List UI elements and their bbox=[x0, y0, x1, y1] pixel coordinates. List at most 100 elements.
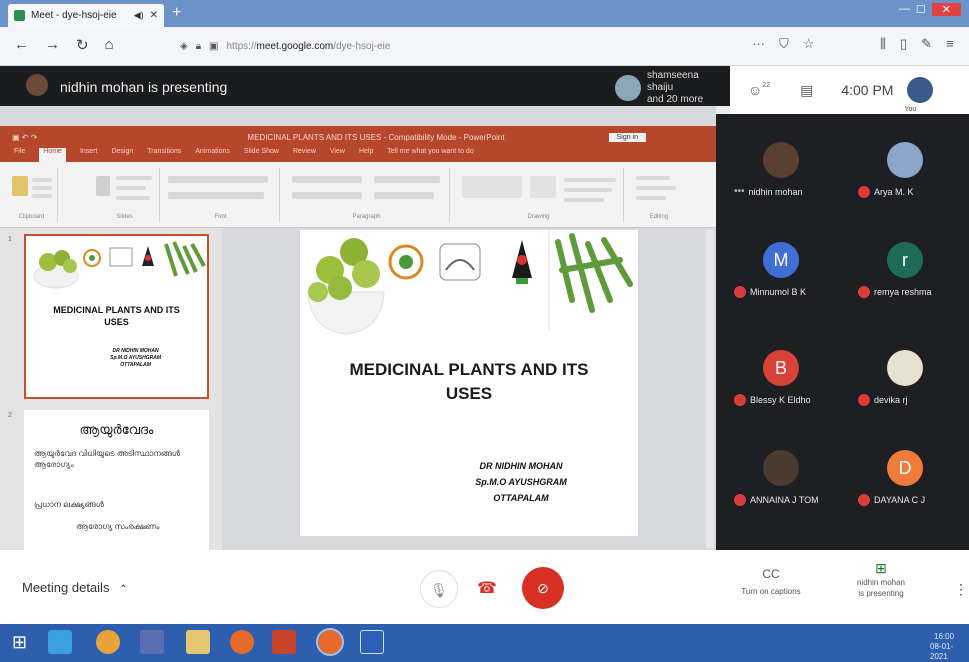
powerpoint-icon[interactable] bbox=[272, 630, 296, 654]
windows-start-icon[interactable]: ⊞ bbox=[12, 630, 36, 654]
ppt-tab-help[interactable]: Help bbox=[359, 148, 373, 162]
bookmark-star-icon[interactable]: ☆ bbox=[803, 36, 815, 52]
more-options-icon[interactable]: ⋮ bbox=[954, 581, 968, 598]
ribbon-label-slides: Slides bbox=[116, 214, 133, 220]
ribbon-group-drawing[interactable]: Drawing bbox=[454, 168, 624, 222]
back-icon[interactable]: ← bbox=[14, 36, 29, 54]
participant-tile[interactable]: M Minnumol B K bbox=[726, 242, 836, 298]
tab-close-icon[interactable]: ✕ bbox=[150, 10, 158, 21]
address-bar[interactable]: ◈ 🔒︎ ▣ https://meet.google.com/dye-hsoj-… bbox=[180, 33, 820, 59]
ppt-tab-file[interactable]: File bbox=[14, 148, 25, 162]
muted-mic-icon bbox=[858, 286, 870, 298]
thumb1-author-line3: OTTAPALAM bbox=[120, 362, 151, 368]
presenting-line1: nidhin mohan bbox=[856, 578, 906, 587]
microphone-button[interactable]: 🎙︎ bbox=[420, 570, 458, 608]
tab-audio-icon[interactable]: ◀) bbox=[134, 10, 144, 21]
ribbon-group-paragraph[interactable]: Paragraph bbox=[284, 168, 450, 222]
ppt-sign-in-button[interactable]: Sign in bbox=[608, 132, 646, 142]
participant-avatar bbox=[615, 75, 641, 101]
participant-tile[interactable]: ANNAINA J TOM bbox=[726, 450, 836, 506]
browser-tab[interactable]: Meet - dye-hsoj-eie ◀) ✕ bbox=[8, 4, 164, 27]
ppt-title-bar: ▣ ↶ ↷ MEDICINAL PLANTS AND ITS USES - Co… bbox=[0, 126, 716, 148]
participant-avatar: B bbox=[763, 350, 799, 386]
tray-date: 08-01-2021 bbox=[930, 642, 954, 661]
reload-icon[interactable]: ↻ bbox=[76, 36, 89, 54]
participant-tile[interactable]: r remya reshma bbox=[850, 242, 960, 298]
ppt-tab-slideshow[interactable]: Slide Show bbox=[244, 148, 279, 162]
chat-icon[interactable]: ▤ bbox=[800, 82, 813, 99]
leave-call-button[interactable]: ☎︎ bbox=[477, 578, 497, 598]
ribbon-group-editing[interactable]: Editing bbox=[628, 168, 690, 222]
camera-permission-icon[interactable]: ▣ bbox=[209, 41, 218, 52]
extension-icon[interactable]: ✎ bbox=[921, 36, 932, 52]
home-icon[interactable]: ⌂ bbox=[105, 36, 114, 54]
participant-tile[interactable]: D DAYANA C J bbox=[850, 450, 960, 506]
participant-tile[interactable]: Arya M. K bbox=[850, 142, 960, 198]
system-tray[interactable]: 16:00 08-01-2021 bbox=[840, 632, 969, 662]
slide-thumbnail-2[interactable]: ആയുർവേദം ആയുർവേദ വിധിയുടെ അടിസ്ഥാനങ്ങൾ ആ… bbox=[24, 410, 209, 550]
participant-tile[interactable]: devika rj bbox=[850, 350, 960, 406]
page-actions-icon[interactable]: ··· bbox=[752, 36, 765, 52]
ppt-tab-insert[interactable]: Insert bbox=[80, 148, 98, 162]
ppt-save-icon[interactable]: ▣ ↶ ↷ bbox=[12, 133, 37, 142]
shield-icon[interactable]: ◈ bbox=[180, 41, 188, 52]
chevron-up-icon: ⌃ bbox=[119, 584, 128, 595]
firefox-active-icon[interactable] bbox=[316, 628, 344, 656]
lock-icon[interactable]: 🔒︎ bbox=[196, 41, 201, 52]
more-options-icon[interactable]: ••• bbox=[734, 186, 745, 197]
close-window-icon[interactable]: ✕ bbox=[931, 3, 961, 16]
forward-icon[interactable]: → bbox=[45, 36, 60, 54]
present-screen-icon: ⊞ bbox=[875, 560, 887, 576]
library-icon[interactable]: ⫼ bbox=[880, 36, 886, 52]
thumb2-bullet1: ആയുർവേദ വിധിയുടെ അടിസ്ഥാനങ്ങൾ ആരോഗ്യം bbox=[34, 449, 180, 469]
firefox-icon[interactable] bbox=[230, 630, 254, 654]
ppt-tell-me[interactable]: Tell me what you want to do bbox=[387, 148, 473, 162]
ribbon-label-editing: Editing bbox=[649, 214, 669, 220]
url-prefix: https:// bbox=[226, 40, 257, 52]
ppt-tab-home[interactable]: Home bbox=[39, 148, 66, 162]
participant-tile[interactable]: B Blessy K Eldho bbox=[726, 350, 836, 406]
address-right-tools: ··· ⛉ ☆ bbox=[752, 36, 814, 52]
meeting-details-button[interactable]: Meeting details ⌃ bbox=[22, 580, 127, 595]
minimize-icon[interactable]: — bbox=[899, 3, 910, 16]
ribbon-group-clipboard[interactable]: Clipboard bbox=[6, 168, 58, 222]
new-tab-button[interactable]: + bbox=[172, 4, 181, 22]
camera-off-button[interactable]: ⊘ bbox=[522, 567, 564, 609]
meeting-details-label: Meeting details bbox=[22, 580, 110, 595]
ppt-tab-view[interactable]: View bbox=[330, 148, 345, 162]
restore-icon[interactable]: ☐ bbox=[916, 3, 926, 16]
slide-scrollbar[interactable] bbox=[706, 230, 714, 548]
presenting-banner: nidhin mohan is presenting bbox=[60, 79, 228, 95]
ribbon-group-slides[interactable]: Slides bbox=[90, 168, 160, 222]
presenting-status-button[interactable]: ⊞ nidhin mohan is presenting bbox=[836, 560, 926, 599]
internet-explorer-icon[interactable] bbox=[48, 630, 72, 654]
you-label: You bbox=[904, 106, 917, 113]
menu-icon[interactable]: ≡ bbox=[946, 36, 954, 52]
participant-tile[interactable]: ••• nidhin mohan bbox=[726, 142, 836, 197]
ribbon-group-font[interactable]: Font bbox=[162, 168, 280, 222]
camera-off-icon: ⊘ bbox=[537, 580, 549, 596]
ppt-tab-animations[interactable]: Animations bbox=[195, 148, 230, 162]
main-slide[interactable]: MEDICINAL PLANTS AND ITS USES DR NIDHIN … bbox=[300, 230, 638, 536]
slide-author-place: OTTAPALAM bbox=[493, 493, 549, 503]
media-icon[interactable] bbox=[140, 630, 164, 654]
people-icon[interactable]: ☺22 bbox=[748, 82, 770, 98]
ppt-tab-review[interactable]: Review bbox=[293, 148, 316, 162]
other-participants-indicator[interactable]: shamseena shaiju and 20 more bbox=[615, 70, 711, 106]
others-name: shamseena shaiju bbox=[647, 70, 699, 93]
chrome-icon[interactable] bbox=[96, 630, 120, 654]
file-explorer-icon[interactable] bbox=[186, 630, 210, 654]
mic-icon: 🎙︎ bbox=[430, 582, 448, 598]
captions-button[interactable]: CC Turn on captions bbox=[726, 567, 816, 596]
ppt-tab-transitions[interactable]: Transitions bbox=[147, 148, 181, 162]
ppt-tab-design[interactable]: Design bbox=[111, 148, 133, 162]
participant-avatar: D bbox=[887, 450, 923, 486]
self-avatar[interactable]: You bbox=[904, 77, 934, 113]
muted-mic-icon bbox=[734, 494, 746, 506]
pocket-icon[interactable]: ⛉ bbox=[779, 36, 789, 52]
sidebar-icon[interactable]: ▯ bbox=[900, 36, 907, 52]
word-icon[interactable] bbox=[360, 630, 384, 654]
thumb-number: 1 bbox=[8, 236, 12, 243]
participant-avatar bbox=[763, 450, 799, 486]
slide-thumbnail-1[interactable]: MEDICINAL PLANTS AND ITS USES DR NIDHIN … bbox=[24, 234, 209, 399]
